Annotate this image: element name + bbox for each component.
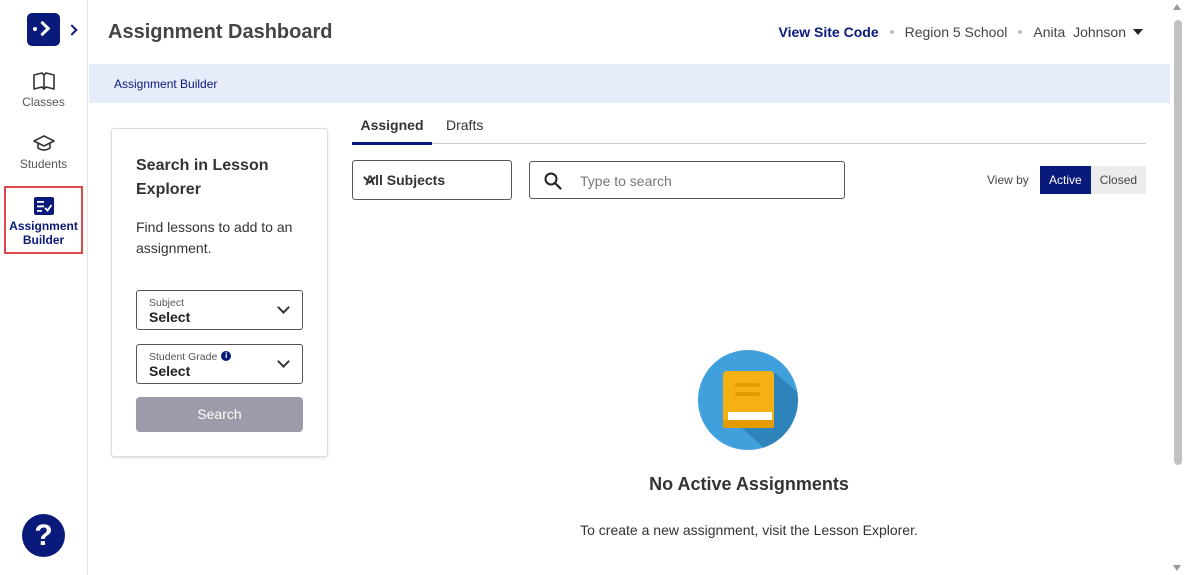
separator-dot (889, 30, 894, 34)
sidebar-item-classes[interactable]: Classes (6, 72, 81, 109)
view-toggle: Active Closed (1040, 166, 1147, 194)
user-first-name: Anita (1033, 24, 1066, 40)
info-icon[interactable]: i (221, 351, 232, 361)
expand-rail-chevron-icon[interactable] (66, 24, 78, 36)
search-input[interactable] (580, 170, 830, 192)
graduation-cap-icon (32, 135, 55, 151)
search-button[interactable]: Search (136, 397, 303, 432)
grade-select-value: Select (149, 363, 191, 379)
scroll-up-arrow-icon[interactable] (1173, 4, 1181, 10)
view-active-button[interactable]: Active (1040, 166, 1091, 194)
lesson-search-title: Search in Lesson Explorer (136, 157, 269, 198)
subject-select[interactable]: Subject Select (136, 290, 303, 330)
scrollbar-thumb[interactable] (1174, 20, 1182, 465)
checklist-icon (33, 197, 54, 215)
lesson-search-card: Search in Lesson Explorer Find lessons t… (111, 128, 328, 457)
view-by-label: View by (987, 173, 1029, 187)
user-last-name: Johnson (1073, 24, 1126, 40)
separator-dot (1018, 30, 1023, 34)
scroll-down-arrow-icon[interactable] (1173, 565, 1181, 571)
sidebar-item-assignment-builder[interactable]: Assignment Builder (4, 186, 83, 254)
grade-label-text: Student Grade (149, 351, 218, 363)
chevron-down-icon (277, 355, 290, 368)
breadcrumb-item[interactable]: Assignment Builder (114, 77, 217, 91)
grade-select[interactable]: Student Grade i Select (136, 344, 303, 384)
user-menu[interactable]: Anita Johnson (1033, 24, 1126, 40)
subject-filter-dropdown[interactable]: All Subjects (352, 160, 512, 200)
subject-select-value: Select (149, 309, 191, 325)
caret-down-icon[interactable] (1133, 29, 1143, 35)
school-name: Region 5 School (904, 24, 1008, 40)
breadcrumb: Assignment Builder (89, 64, 1170, 103)
book-illustration-icon (698, 350, 798, 450)
subject-select-label: Subject (149, 297, 185, 309)
sidebar-item-label: Students (19, 157, 68, 171)
left-rail: Classes Students Assignment Builder ? (0, 0, 88, 575)
grade-select-label: Student Grade i (149, 351, 232, 363)
lesson-search-description: Find lessons to add to an assignment. (136, 219, 293, 256)
chevron-down-icon (277, 301, 290, 314)
page-title: Assignment Dashboard (108, 21, 333, 43)
view-site-code-link[interactable]: View Site Code (779, 24, 879, 40)
search-icon (544, 172, 562, 190)
subject-filter-value: All Subjects (365, 172, 446, 188)
book-open-icon (32, 72, 55, 90)
empty-state-title: No Active Assignments (649, 474, 849, 494)
top-nav: View Site Code Region 5 School Anita Joh… (779, 24, 1143, 40)
tab-drafts[interactable]: Drafts (446, 117, 483, 133)
sidebar-item-label: Assignment Builder (9, 219, 78, 247)
app-logo-icon[interactable] (27, 13, 60, 46)
assignment-search-field (529, 161, 845, 199)
assignment-tabs: Assigned Drafts (352, 110, 1146, 145)
empty-state-subtitle: To create a new assignment, visit the Le… (580, 522, 918, 538)
tab-assigned[interactable]: Assigned (352, 117, 432, 145)
sidebar-item-label: Classes (22, 95, 65, 109)
help-button[interactable]: ? (22, 514, 65, 557)
view-closed-button[interactable]: Closed (1090, 166, 1147, 194)
sidebar-item-students[interactable]: Students (6, 134, 81, 171)
